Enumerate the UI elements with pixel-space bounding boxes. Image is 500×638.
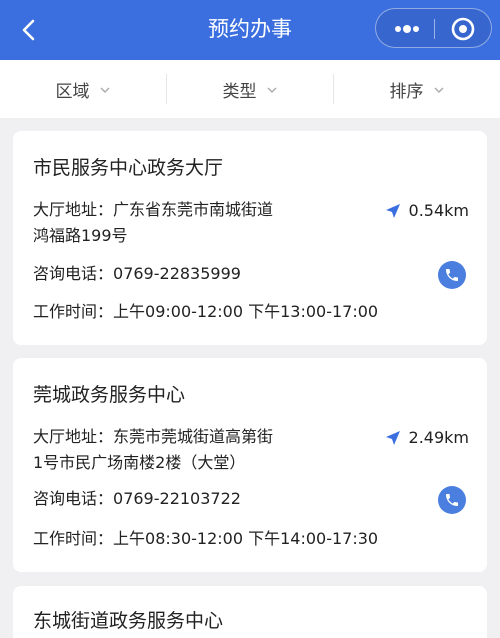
hours-value: 上午09:00-12:00 下午13:00-17:00 bbox=[113, 302, 379, 321]
service-center-card[interactable]: 东城街道政务服务中心 bbox=[13, 586, 487, 638]
location-arrow-icon bbox=[385, 430, 400, 445]
chevron-down-icon bbox=[100, 87, 109, 93]
service-center-card[interactable]: 莞城政务服务中心 大厅地址：东莞市莞城街道高第街 1号市民广场南楼2楼（大堂） … bbox=[13, 358, 487, 572]
chevron-down-icon bbox=[434, 87, 443, 93]
phone-line: 咨询电话：0769-22835999 bbox=[33, 261, 241, 287]
filter-region-label: 区域 bbox=[55, 81, 90, 102]
filter-type[interactable]: 类型 bbox=[167, 60, 333, 118]
nav-bar: 预约办事 bbox=[0, 0, 500, 60]
hours-line: 工作时间：上午08:30-12:00 下午14:00-17:30 bbox=[33, 526, 378, 552]
address-value: 广东省东莞市南城街道 bbox=[113, 200, 274, 219]
hours-value: 上午08:30-12:00 下午14:00-17:30 bbox=[113, 529, 379, 548]
address-label: 大厅地址： bbox=[33, 427, 114, 446]
phone-line: 咨询电话：0769-22103722 bbox=[33, 486, 241, 512]
filter-bar: 区域 类型 排序 bbox=[0, 60, 500, 118]
card-title: 莞城政务服务中心 bbox=[33, 384, 186, 406]
filter-region[interactable]: 区域 bbox=[0, 60, 166, 118]
filter-type-label: 类型 bbox=[222, 81, 257, 102]
filter-sort-label: 排序 bbox=[389, 81, 424, 102]
distance-link[interactable]: 2.49km bbox=[385, 428, 469, 447]
call-button[interactable] bbox=[438, 261, 466, 289]
phone-value: 0769-22835999 bbox=[113, 264, 241, 283]
distance-value: 0.54km bbox=[408, 201, 469, 220]
distance-link[interactable]: 0.54km bbox=[385, 201, 469, 220]
address-line-2: 鸿福路199号 bbox=[33, 226, 128, 245]
address-value: 东莞市莞城街道高第街 bbox=[113, 427, 274, 446]
more-button[interactable] bbox=[386, 15, 428, 43]
phone-label: 咨询电话： bbox=[33, 489, 114, 508]
filter-sort[interactable]: 排序 bbox=[334, 60, 500, 118]
phone-icon bbox=[446, 269, 458, 281]
address-line: 大厅地址：广东省东莞市南城街道 bbox=[33, 197, 273, 223]
location-arrow-icon bbox=[385, 203, 400, 218]
mini-program-capsule bbox=[375, 8, 492, 48]
target-circle-icon bbox=[451, 17, 475, 41]
card-title: 东城街道政务服务中心 bbox=[33, 610, 224, 632]
service-center-card[interactable]: 市民服务中心政务大厅 大厅地址：广东省东莞市南城街道 鸿福路199号 0.54k… bbox=[13, 131, 487, 345]
hours-label: 工作时间： bbox=[33, 529, 114, 548]
address-line-2: 1号市民广场南楼2楼（大堂） bbox=[33, 453, 246, 472]
chevron-down-icon bbox=[267, 87, 276, 93]
capsule-divider bbox=[434, 19, 435, 39]
more-dots-icon bbox=[395, 25, 419, 33]
card-title: 市民服务中心政务大厅 bbox=[33, 157, 224, 179]
phone-value: 0769-22103722 bbox=[113, 489, 241, 508]
call-button[interactable] bbox=[438, 486, 466, 514]
phone-label: 咨询电话： bbox=[33, 264, 114, 283]
hours-line: 工作时间：上午09:00-12:00 下午13:00-17:00 bbox=[33, 299, 378, 325]
hours-label: 工作时间： bbox=[33, 302, 114, 321]
address-line: 大厅地址：东莞市莞城街道高第街 bbox=[33, 424, 273, 450]
phone-icon bbox=[446, 494, 458, 506]
distance-value: 2.49km bbox=[408, 428, 469, 447]
address-label: 大厅地址： bbox=[33, 200, 114, 219]
close-button[interactable] bbox=[442, 13, 484, 45]
